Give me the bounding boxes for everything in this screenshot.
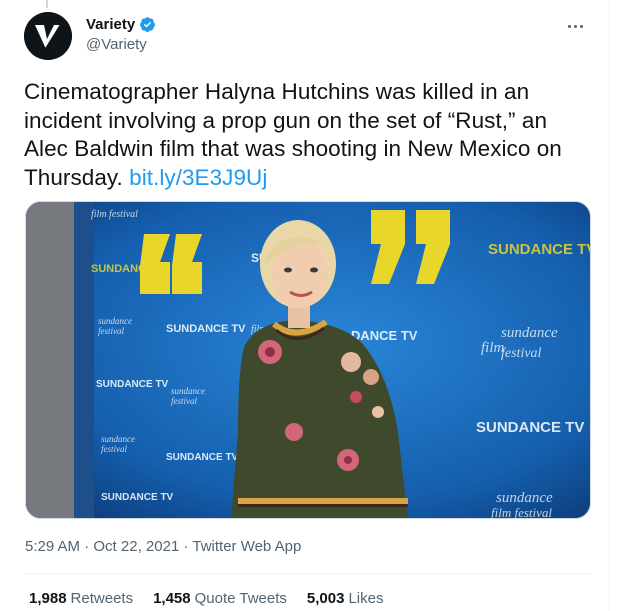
svg-text:film festival: film festival [91, 209, 138, 220]
tweet-timestamp: 5:29 AM · Oct 22, 2021 · Twitter Web App [25, 538, 301, 555]
svg-text:DANCE TV: DANCE TV [351, 328, 418, 343]
svg-text:sundance: sundance [101, 434, 135, 444]
svg-text:SUNDANCE TV: SUNDANCE TV [488, 241, 591, 258]
separator-2: · [179, 538, 193, 555]
likes-label: Likes [348, 590, 384, 607]
quote-tweets-label: Quote Tweets [194, 590, 287, 607]
retweets-stat[interactable]: 1,988 Retweets [29, 590, 133, 607]
svg-text:festival: festival [101, 444, 127, 454]
avatar[interactable] [24, 12, 72, 60]
tweet-date[interactable]: Oct 22, 2021 [93, 538, 179, 555]
likes-count: 5,003 [306, 590, 345, 607]
more-horizontal-icon[interactable] [560, 14, 590, 38]
svg-text:SUNDANCE TV: SUNDANCE TV [166, 452, 239, 463]
tweet-time[interactable]: 5:29 AM [25, 538, 80, 555]
divider [24, 573, 592, 574]
svg-text:SUNDANCE TV: SUNDANCE TV [96, 379, 169, 390]
tweet-source[interactable]: Twitter Web App [192, 538, 301, 555]
svg-text:sundance: sundance [501, 325, 558, 341]
separator: · [80, 538, 94, 555]
handle[interactable]: @Variety [86, 36, 156, 53]
svg-text:SUNDANCE TV: SUNDANCE TV [166, 323, 246, 335]
retweets-count: 1,988 [29, 590, 67, 607]
tweet[interactable]: Variety @Variety Cinematographer Halyna … [0, 0, 610, 611]
svg-text:SUNDANCE TV: SUNDANCE TV [101, 492, 174, 503]
svg-text:SUNDANCE TV: SUNDANCE TV [476, 419, 584, 436]
svg-text:sundance: sundance [171, 386, 205, 396]
likes-stat[interactable]: 5,003 Likes [307, 590, 384, 607]
retweets-label: Retweets [70, 590, 134, 607]
display-name[interactable]: Variety [86, 16, 135, 33]
svg-text:sundance: sundance [496, 490, 553, 506]
tweet-body: Cinematographer Halyna Hutchins was kill… [24, 79, 562, 190]
svg-text:festival: festival [501, 346, 542, 361]
variety-logo [24, 12, 72, 60]
verified-badge-icon [139, 16, 156, 33]
tweet-header: Variety @Variety [24, 12, 604, 62]
tweet-photo[interactable]: SUNDANCE TV SUNDANCE TV SUNDANCE TV SUND… [25, 201, 591, 519]
svg-text:festival: festival [98, 326, 124, 336]
tweet-link[interactable]: bit.ly/3E3J9Uj [129, 165, 267, 190]
event-photo: SUNDANCE TV SUNDANCE TV SUNDANCE TV SUND… [26, 202, 591, 519]
tweet-text: Cinematographer Halyna Hutchins was kill… [24, 78, 594, 192]
svg-text:film festival: film festival [491, 505, 552, 519]
svg-text:sundance: sundance [98, 316, 132, 326]
tweet-stats: 1,988 Retweets 1,458 Quote Tweets 5,003 … [29, 590, 383, 607]
quote-tweets-stat[interactable]: 1,458 Quote Tweets [153, 590, 287, 607]
svg-text:festival: festival [171, 396, 197, 406]
quote-tweets-count: 1,458 [153, 590, 191, 607]
